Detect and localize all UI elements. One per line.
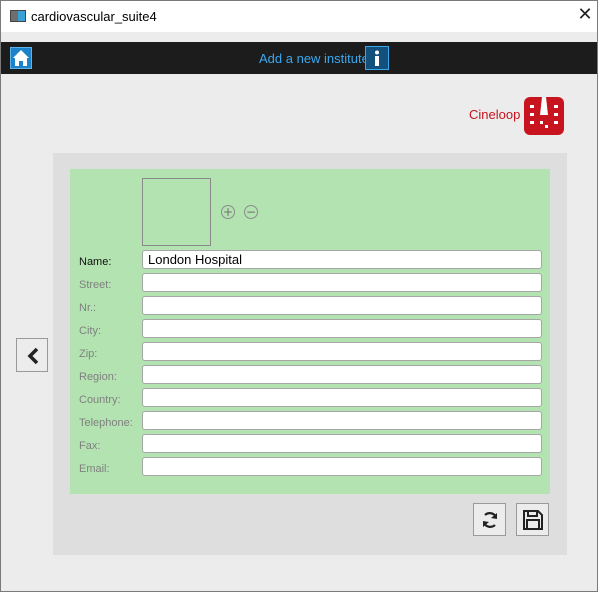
institute-panel: + − Name: Street: Nr.: City: Zip: Region… (53, 153, 567, 555)
institute-photo[interactable] (142, 178, 211, 246)
city-field[interactable] (142, 319, 542, 338)
number-label: Nr.: (79, 302, 97, 314)
city-label: City: (79, 325, 101, 337)
window-title: cardiovascular_suite4 (31, 9, 157, 24)
region-label: Region: (79, 371, 117, 383)
telephone-label: Telephone: (79, 417, 133, 429)
info-icon[interactable] (365, 46, 389, 70)
navigation-bar: Add a new institute (1, 42, 597, 74)
cineloop-logo-icon (522, 93, 566, 137)
remove-photo-icon[interactable]: − (244, 205, 258, 219)
country-field[interactable] (142, 388, 542, 407)
refresh-button[interactable] (473, 503, 506, 536)
close-icon[interactable]: ✕ (575, 4, 595, 26)
country-label: Country: (79, 394, 121, 406)
institute-form: + − Name: Street: Nr.: City: Zip: Region… (70, 169, 550, 494)
name-label: Name: (79, 256, 112, 268)
save-button[interactable] (516, 503, 549, 536)
brand-name: Cineloop (469, 107, 521, 122)
app-icon (10, 10, 26, 22)
zip-field[interactable] (142, 342, 542, 361)
app-window: cardiovascular_suite4 ✕ Add a new instit… (0, 0, 598, 592)
name-field[interactable] (142, 250, 542, 269)
fax-label: Fax: (79, 440, 101, 452)
number-field[interactable] (142, 296, 542, 315)
page-title: Add a new institute (259, 51, 369, 66)
title-bar: cardiovascular_suite4 ✕ (1, 1, 597, 32)
email-label: Email: (79, 463, 110, 475)
zip-label: Zip: (79, 348, 98, 360)
back-button[interactable] (16, 338, 48, 372)
street-field[interactable] (142, 273, 542, 292)
home-icon[interactable] (10, 47, 32, 69)
street-label: Street: (79, 279, 112, 291)
region-field[interactable] (142, 365, 542, 384)
add-photo-icon[interactable]: + (221, 205, 235, 219)
email-field[interactable] (142, 457, 542, 476)
telephone-field[interactable] (142, 411, 542, 430)
fax-field[interactable] (142, 434, 542, 453)
